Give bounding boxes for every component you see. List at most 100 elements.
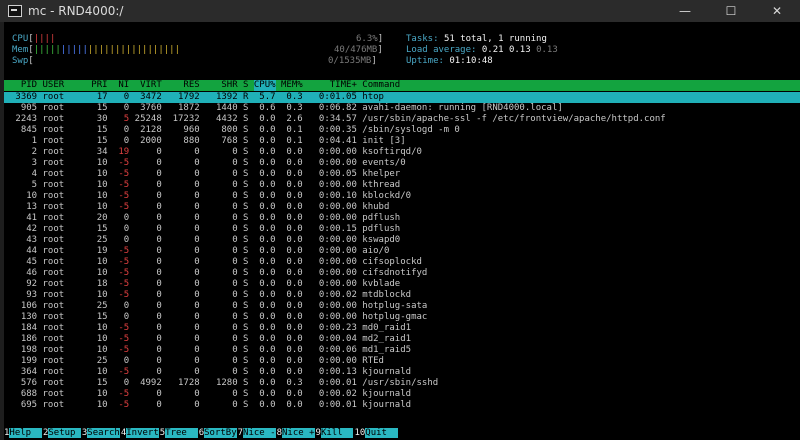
column-header-virt[interactable]: VIRT [129,80,162,91]
cell-time: 0:00.00 [308,301,357,311]
column-header-mem[interactable]: MEM% [281,80,303,91]
fkey-invert-button[interactable]: 4Invert [120,428,159,439]
fkey-label: Invert [126,428,159,438]
process-row[interactable]: 688 root 10 -5 0 0 0S 0.0 0.0 0:00.02 kjou… [4,389,800,400]
process-row[interactable]: 93 root 10 -5 0 0 0S 0.0 0.0 0:00.02 mtdbl… [4,290,800,301]
cell-pri: 30 [91,114,108,124]
cell-user: root [42,235,92,245]
process-row[interactable]: 1 root 15 0 2000 880 768 S 0.0 0.1 0:04.41… [4,136,800,147]
cell-user: root [42,268,92,278]
cell-shr: 0 [205,202,238,212]
process-row[interactable]: 2243 root 30 5 25248 17232 4432 S 0.0 2.6 … [4,114,800,125]
column-header-pri[interactable]: PRI [91,80,107,91]
fkey-nice-button[interactable]: 8Nice + [276,428,315,439]
process-row[interactable]: 130 root 15 0 0 0 0S 0.0 0.0 0:00.00 hotpl… [4,312,800,323]
cell-pid: 905 [10,103,38,113]
cell-mem: 0.0 [281,257,303,267]
fkey-search-button[interactable]: 3Search [81,428,120,439]
fkey-help-button[interactable]: 1Help [4,428,42,439]
process-row[interactable]: 199 root 25 0 0 0 0S 0.0 0.0 0:00.00 RTEd [4,356,800,367]
process-row[interactable]: 905 root 15 0 3760 1872 1440 S 0.6 0.3 0:0… [4,103,800,114]
close-button[interactable]: ✕ [754,0,800,22]
cpu-meter-value: 6.3% [356,34,378,44]
process-row[interactable]: 44 root 19 -5 0 0 0S 0.0 0.0 0:00.00 aio/0 [4,246,800,257]
process-row[interactable]: 43 root 25 0 0 0 0S 0.0 0.0 0:00.00 kswapd… [4,235,800,246]
fkey-sortby-button[interactable]: 6SortBy [198,428,237,439]
terminal-area[interactable]: CPU[|||| 6.3%] Mem[|||||||||||||||||||||… [4,22,800,440]
column-header-cmd[interactable]: Command [362,80,741,91]
fkey-nice-button[interactable]: 7Nice - [237,428,276,439]
process-row[interactable]: 4 root 10 -5 0 0 0S 0.0 0.0 0:00.05 khelpe… [4,169,800,180]
process-row[interactable]: 198 root 10 -5 0 0 0S 0.0 0.0 0:00.06 md1_… [4,345,800,356]
process-row[interactable]: 42 root 15 0 0 0 0S 0.0 0.0 0:00.15 pdflus… [4,224,800,235]
process-row[interactable]: 186 root 10 -5 0 0 0S 0.0 0.0 0:00.04 md2_… [4,334,800,345]
column-header-cpu[interactable]: CPU% [253,80,276,91]
cell-ni: 0 [112,224,130,234]
process-row[interactable]: 13 root 10 -5 0 0 0S 0.0 0.0 0:00.00 khubd [4,202,800,213]
cell-ni: -5 [112,334,130,344]
process-row[interactable]: 2 root 34 19 0 0 0S 0.0 0.0 0:00.00 ksofti… [4,147,800,158]
fkey-number: 10 [354,428,366,438]
fkey-tree-button[interactable]: 5Tree [159,428,198,439]
cell-mem: 0.0 [281,312,303,322]
cell-pri: 10 [91,323,108,333]
process-row[interactable]: 5 root 10 -5 0 0 0S 0.0 0.0 0:00.00 kthrea… [4,180,800,191]
column-header-ni[interactable]: NI [113,80,129,91]
cell-cpu: 5.7 [253,92,276,102]
process-row[interactable]: 3 root 10 -5 0 0 0S 0.0 0.0 0:00.00 events… [4,158,800,169]
cell-s: S [243,378,249,388]
fkey-quit-button[interactable]: 10Quit [354,428,398,439]
column-header-shr[interactable]: SHR [205,80,237,91]
cell-virt: 0 [129,367,162,377]
cell-cmd: md2_raid1 [362,334,742,344]
column-header-user[interactable]: USER [43,80,92,91]
cell-res: 1872 [167,103,200,113]
cell-cpu: 0.0 [253,279,276,289]
cell-mem: 0.0 [281,389,303,399]
cell-user: root [42,191,92,201]
mem-meter-bars-used: ||||| [33,45,61,55]
process-row[interactable]: 576 root 15 0 4992 1728 1280 S 0.0 0.3 0:0… [4,378,800,389]
column-header-res[interactable]: RES [167,80,199,91]
cell-res: 0 [167,301,200,311]
process-row[interactable]: 364 root 10 -5 0 0 0S 0.0 0.0 0:00.13 kjou… [4,367,800,378]
cell-shr: 0 [205,400,238,410]
cell-mem: 0.0 [281,290,303,300]
fkey-kill-button[interactable]: 9Kill [315,428,354,439]
minimize-button[interactable]: — [662,0,708,22]
cell-cpu: 0.0 [253,334,276,344]
fkey-setup-button[interactable]: 2Setup [42,428,81,439]
cell-shr: 800 [205,125,238,135]
process-row[interactable]: 41 root 20 0 0 0 0S 0.0 0.0 0:00.00 pdflus… [4,213,800,224]
column-header-pid[interactable]: PID [10,80,37,91]
cell-s: S [243,169,249,179]
cell-time: 0:01.05 [308,92,357,102]
process-row[interactable]: 10 root 10 -5 0 0 0S 0.0 0.0 0:00.10 kbloc… [4,191,800,202]
process-row[interactable]: 45 root 10 -5 0 0 0S 0.0 0.0 0:00.00 cifso… [4,257,800,268]
cell-pid: 199 [10,356,38,366]
process-row[interactable]: 845 root 15 0 2128 960 800 S 0.0 0.1 0:00.… [4,125,800,136]
cell-pid: 43 [10,235,38,245]
cell-virt: 0 [129,334,162,344]
cell-user: root [42,356,92,366]
column-header-s[interactable]: S [243,80,248,91]
cell-pid: 10 [10,191,38,201]
load-average-line: Load average: 0.21 0.13 0.13 [406,45,558,56]
process-row[interactable]: 106 root 25 0 0 0 0S 0.0 0.0 0:00.00 hotpl… [4,301,800,312]
cell-res: 0 [167,257,200,267]
column-header-time[interactable]: TIME+ [308,80,357,91]
cell-user: root [42,345,92,355]
cell-ni: 0 [112,378,130,388]
process-row[interactable]: 695 root 10 -5 0 0 0S 0.0 0.0 0:00.01 kjou… [4,400,800,411]
window-title: mc - RND4000:/ [28,4,124,18]
process-row[interactable]: 92 root 18 -5 0 0 0S 0.0 0.0 0:00.00 kvbla… [4,279,800,290]
process-row-selected[interactable]: 3369 root 17 0 3472 1792 1392 R 5.7 0.3 0:… [4,92,800,103]
cell-cpu: 0.0 [253,290,276,300]
process-row[interactable]: 184 root 10 -5 0 0 0S 0.0 0.0 0:00.23 md0_… [4,323,800,334]
process-row[interactable]: 46 root 10 -5 0 0 0S 0.0 0.0 0:00.00 cifsd… [4,268,800,279]
cell-mem: 0.0 [281,268,303,278]
mem-meter-end: 40/476MB] [334,45,383,55]
maximize-button[interactable]: ☐ [708,0,754,22]
cell-virt: 25248 [129,114,162,124]
cell-mem: 0.3 [281,92,303,102]
